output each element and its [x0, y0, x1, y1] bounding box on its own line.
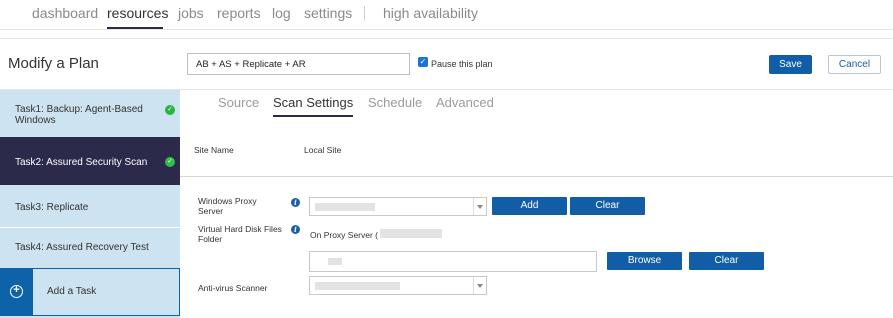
proxy-clear-button[interactable]: Clear: [570, 197, 645, 215]
redacted-value: [315, 282, 400, 290]
nav-jobs[interactable]: jobs: [178, 5, 204, 21]
nav-high-availability[interactable]: high availability: [383, 5, 478, 21]
proxy-label: Windows Proxy: [198, 196, 257, 206]
task-label: Task3: Replicate: [15, 202, 89, 213]
nav-settings[interactable]: settings: [304, 5, 352, 21]
antivirus-label: Anti-virus Scanner: [198, 283, 268, 293]
tab-schedule[interactable]: Schedule: [368, 95, 422, 110]
info-icon[interactable]: i: [291, 225, 300, 234]
check-circle-icon: ✓: [165, 157, 175, 167]
task-item-1[interactable]: Task1: Backup: Agent-Based Windows ✓: [0, 90, 180, 142]
tab-active-underline: [273, 115, 353, 117]
plan-header: Modify a Plan AB + AS + Replicate + AR ✓…: [0, 38, 893, 90]
nav-resources[interactable]: resources: [107, 5, 168, 21]
pause-checkbox[interactable]: ✓: [418, 57, 428, 67]
chevron-down-icon: [473, 198, 486, 215]
proxy-label-line2: Server: [198, 206, 224, 216]
proxy-add-button[interactable]: Add: [492, 197, 567, 215]
nav-log[interactable]: log: [272, 5, 291, 21]
task-label: Task1: Backup: Agent-Based: [15, 104, 143, 115]
pause-label: Pause this plan: [431, 59, 493, 69]
cancel-button[interactable]: Cancel: [828, 55, 881, 74]
nav-reports[interactable]: reports: [217, 5, 261, 21]
top-navigation: dashboard resources jobs reports log set…: [0, 0, 893, 30]
task-label-line2: Windows: [15, 115, 56, 126]
save-button[interactable]: Save: [769, 55, 812, 74]
browse-button[interactable]: Browse: [607, 252, 682, 270]
section-divider: [180, 176, 893, 177]
page-title: Modify a Plan: [8, 55, 99, 72]
redacted-value: [380, 229, 442, 238]
task-label: Task4: Assured Recovery Test: [15, 242, 149, 253]
plan-name-input[interactable]: AB + AS + Replicate + AR: [187, 53, 410, 75]
vhd-folder-label: Virtual Hard Disk Files: [198, 224, 282, 234]
chevron-down-icon: [473, 277, 486, 294]
task-item-3[interactable]: Task3: Replicate: [0, 186, 180, 226]
task-item-4[interactable]: Task4: Assured Recovery Test: [0, 228, 180, 268]
redacted-value: [328, 258, 342, 265]
task-item-2[interactable]: Task2: Assured Security Scan ✓: [0, 137, 180, 185]
site-name-label: Site Name: [194, 145, 234, 155]
antivirus-select[interactable]: [309, 276, 487, 295]
vhd-folder-label-line2: Folder: [198, 234, 223, 244]
nav-dashboard[interactable]: dashboard: [32, 5, 98, 21]
on-proxy-server-text: On Proxy Server (: [310, 230, 379, 240]
nav-separator: [364, 6, 365, 20]
tab-advanced[interactable]: Advanced: [436, 95, 494, 110]
add-task-button[interactable]: + Add a Task: [0, 268, 180, 316]
site-name-value: Local Site: [304, 145, 342, 155]
task-label: Task2: Assured Security Scan: [15, 157, 148, 168]
info-icon[interactable]: i: [291, 198, 300, 207]
vhd-clear-button[interactable]: Clear: [689, 252, 764, 270]
add-task-label: Add a Task: [47, 286, 97, 297]
redacted-value: [315, 203, 375, 211]
add-task-icon-cell: +: [1, 269, 33, 315]
plus-circle-icon: +: [10, 285, 23, 298]
vhd-folder-input[interactable]: [309, 251, 597, 272]
check-circle-icon: ✓: [165, 105, 175, 115]
tab-scan-settings[interactable]: Scan Settings: [273, 95, 353, 110]
nav-active-underline: [107, 27, 163, 29]
proxy-server-select[interactable]: [309, 197, 487, 216]
tab-source[interactable]: Source: [218, 95, 259, 110]
